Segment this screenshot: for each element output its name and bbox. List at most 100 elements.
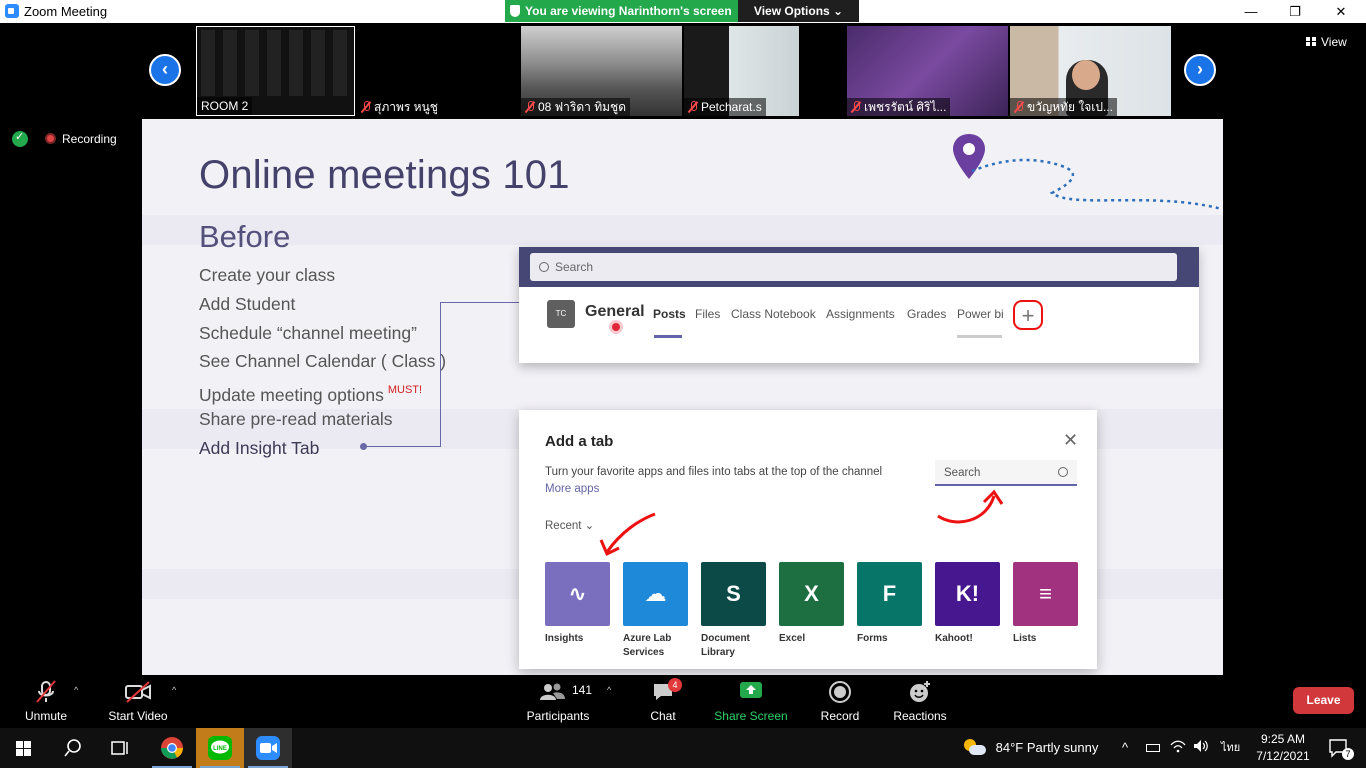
- app-label: Azure Lab Services: [623, 633, 672, 658]
- leave-button[interactable]: Leave: [1293, 687, 1354, 714]
- clock-date: 7/12/2021: [1256, 749, 1310, 763]
- task-view-button[interactable]: [96, 728, 144, 768]
- connector-line: [440, 302, 519, 303]
- start-video-button[interactable]: Start Video: [106, 680, 170, 723]
- notification-count: 7: [1342, 748, 1354, 760]
- tab-grades: Grades: [907, 307, 947, 321]
- encryption-shield-icon[interactable]: [12, 130, 28, 147]
- participants-label: Participants: [526, 709, 590, 723]
- start-button[interactable]: [0, 728, 48, 768]
- excel-icon: X: [779, 562, 844, 626]
- view-button[interactable]: View: [1306, 35, 1347, 49]
- mic-muted-icon: [361, 101, 371, 113]
- line-icon: LINE: [208, 736, 232, 760]
- participants-options-caret[interactable]: ^: [607, 685, 611, 695]
- app-label: Kahoot!: [935, 633, 973, 644]
- video-options-caret[interactable]: ^: [172, 685, 176, 695]
- app-forms: F Forms: [857, 562, 922, 646]
- line-taskbar-button[interactable]: LINE: [196, 728, 244, 768]
- participant-name: 08 ฟาริดา ทิมชูด: [521, 98, 630, 116]
- tab-indicator: [957, 335, 1002, 338]
- recording-indicator[interactable]: Recording: [45, 132, 117, 146]
- participant-thumbnail[interactable]: 08 ฟาริดา ทิมชูด: [521, 26, 682, 116]
- teams-search-input: Search: [530, 253, 1177, 281]
- viewing-screen-banner: You are viewing Narinthorn's screen: [505, 0, 738, 22]
- prev-page-button[interactable]: ‹: [149, 54, 181, 86]
- video-off-icon: [106, 680, 170, 704]
- record-button[interactable]: Record: [816, 680, 864, 723]
- participant-name: สุภาพร หนูชู: [357, 98, 442, 116]
- chrome-taskbar-button[interactable]: [148, 728, 196, 768]
- reactions-button[interactable]: Reactions: [892, 680, 948, 723]
- participant-name: Petcharat.s: [684, 98, 766, 116]
- add-tab-dialog: Add a tab ✕ Turn your favorite apps and …: [519, 410, 1097, 669]
- add-tab-icon: +: [1013, 300, 1043, 330]
- unmute-button[interactable]: Unmute: [18, 680, 74, 723]
- participant-thumbnail[interactable]: ขวัญหทัย ใจเป...: [1010, 26, 1171, 116]
- participants-button[interactable]: 141 Participants: [524, 680, 592, 723]
- viewing-screen-text: You are viewing Narinthorn's screen: [525, 4, 732, 18]
- step-item: Add Student: [199, 293, 296, 314]
- more-apps-link: More apps: [545, 483, 600, 495]
- audio-options-caret[interactable]: ^: [74, 685, 78, 695]
- step-item: Add Insight Tab: [199, 437, 320, 458]
- input-language[interactable]: ไทย: [1221, 728, 1240, 768]
- step-item: See Channel Calendar ( Class ): [199, 351, 447, 372]
- chat-unread-badge: 4: [668, 678, 682, 692]
- weather-widget[interactable]: 84°F Partly sunny: [964, 728, 1098, 768]
- forms-icon: F: [857, 562, 922, 626]
- shared-screen: Online meetings 101 Before Create your c…: [142, 119, 1223, 675]
- mic-muted-icon: [1014, 101, 1024, 113]
- connector-dot: [360, 443, 367, 450]
- tab-power-bi: Power bi: [957, 307, 1004, 321]
- minimize-button[interactable]: —: [1228, 0, 1274, 23]
- show-hidden-icons-button[interactable]: ^: [1122, 728, 1128, 768]
- participant-thumbnail[interactable]: เพชรรัตน์ ศิริไ...: [847, 26, 1008, 116]
- pointer-dot: [612, 323, 620, 331]
- zoom-app-icon: [5, 4, 19, 18]
- mic-muted-icon: [525, 101, 535, 113]
- app-label: Forms: [857, 633, 888, 644]
- view-options-button[interactable]: View Options ⌄: [738, 0, 859, 22]
- volume-icon[interactable]: [1193, 728, 1209, 768]
- close-icon: ✕: [1063, 430, 1079, 450]
- annotation-arrow: [937, 489, 1004, 524]
- participants-count: 141: [572, 683, 593, 697]
- azure-lab-icon: ☁: [623, 562, 688, 626]
- active-tab-indicator: [654, 335, 682, 338]
- participant-thumbnail[interactable]: Petcharat.s: [684, 26, 799, 116]
- recording-icon: [45, 133, 56, 144]
- recent-dropdown: Recent ⌄: [545, 520, 595, 532]
- maximize-button[interactable]: ❐: [1272, 0, 1318, 23]
- team-avatar: TC: [547, 300, 575, 328]
- partly-sunny-icon: [964, 739, 986, 755]
- step-item: Share pre-read materials: [199, 408, 393, 429]
- clock-time: 9:25 AM: [1260, 732, 1306, 746]
- mic-muted-icon: [851, 101, 861, 113]
- app-label: Document Library: [701, 633, 750, 658]
- participant-thumbnail[interactable]: สุภาพร หนูชู: [357, 26, 518, 116]
- action-center-button[interactable]: 7: [1318, 728, 1366, 768]
- app-label: Excel: [779, 633, 806, 644]
- share-screen-button[interactable]: Share Screen: [712, 680, 790, 723]
- window-title: Zoom Meeting: [24, 4, 108, 19]
- steps-list: Create your class Add Student Schedule “…: [199, 261, 446, 463]
- must-note: MUST!: [387, 384, 423, 397]
- connector-line: [364, 446, 441, 447]
- next-page-button[interactable]: ›: [1184, 54, 1216, 86]
- participant-name: ขวัญหทัย ใจเป...: [1010, 98, 1117, 116]
- smiley-icon: [892, 680, 948, 704]
- title-bar: Zoom Meeting You are viewing Narinthorn'…: [0, 0, 1366, 23]
- tab-files: Files: [695, 307, 721, 321]
- kahoot-icon: K!: [935, 562, 1000, 626]
- unmute-label: Unmute: [24, 709, 68, 723]
- windows-taskbar: LINE 84°F Partly sunny ^ ไทย 9:25 AM 7/1…: [0, 728, 1366, 768]
- zoom-taskbar-button[interactable]: [244, 728, 292, 768]
- system-clock[interactable]: 9:25 AM 7/12/2021: [1254, 731, 1312, 765]
- wifi-icon[interactable]: [1170, 728, 1186, 768]
- search-button[interactable]: [48, 728, 96, 768]
- battery-icon[interactable]: [1146, 728, 1160, 768]
- close-window-button[interactable]: ✕: [1318, 0, 1364, 23]
- task-view-icon: [111, 741, 128, 755]
- participant-thumbnail[interactable]: ROOM 2: [196, 26, 355, 116]
